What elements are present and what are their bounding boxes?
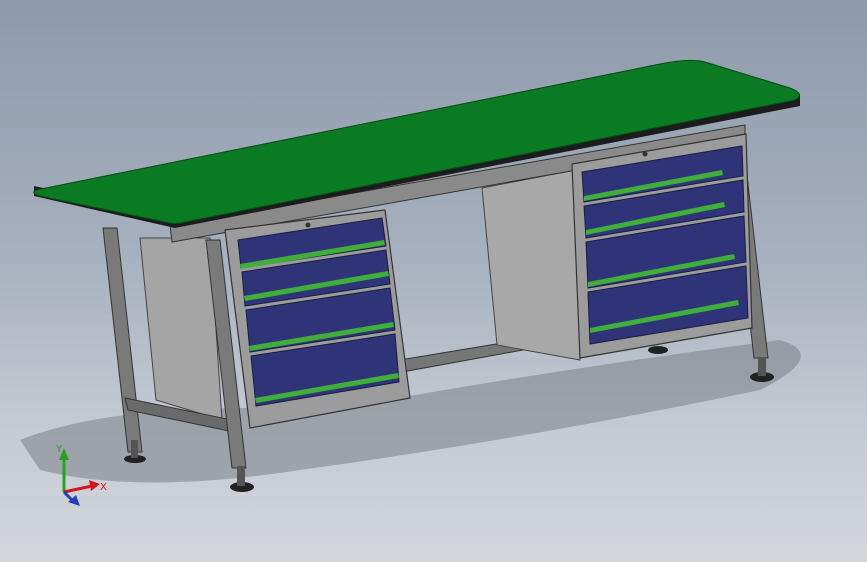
right-cabinet-lock — [642, 151, 648, 157]
right-back-foot-stem — [758, 358, 766, 376]
y-axis-label: Y — [55, 444, 63, 455]
x-axis-label: X — [100, 482, 107, 493]
coordinate-triad: Y X — [55, 444, 107, 506]
right-cabinet-side — [481, 169, 581, 361]
3d-viewport[interactable]: Y X — [0, 0, 867, 562]
right-mid-foot — [648, 346, 668, 354]
front-left-foot-stem — [237, 466, 245, 486]
x-axis-icon — [63, 484, 93, 494]
left-cabinet-lock — [305, 222, 311, 228]
workbench-model[interactable] — [0, 0, 867, 562]
back-left-foot-stem — [131, 440, 138, 458]
x-arrow-icon — [89, 480, 100, 491]
